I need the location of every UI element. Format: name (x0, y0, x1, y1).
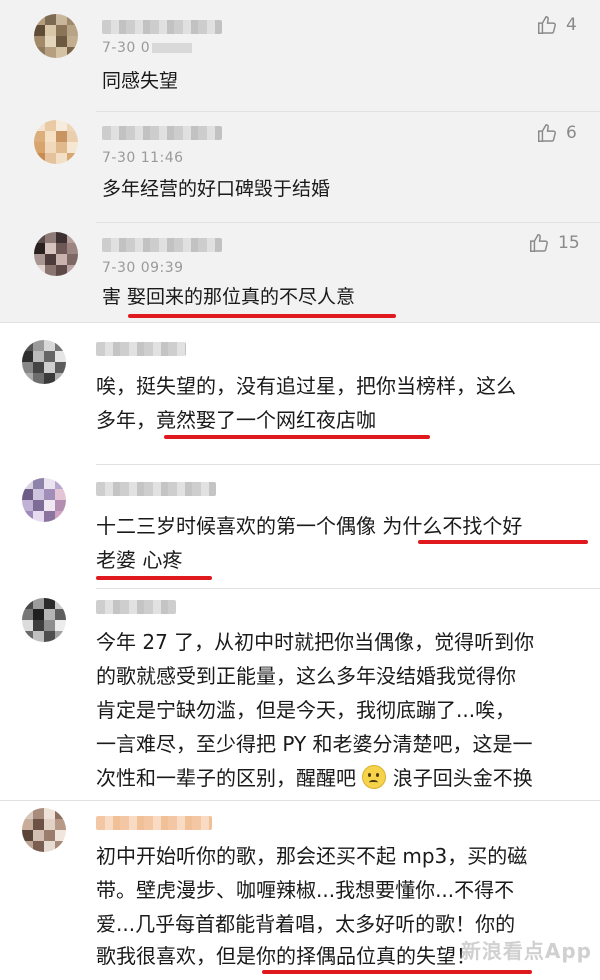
username[interactable] (96, 600, 176, 614)
comment-text-line: 唉，挺失望的，没有追过星，把你当榜样，这么 (96, 374, 516, 398)
highlight-underline (128, 314, 396, 318)
avatar[interactable] (22, 340, 66, 384)
divider (96, 588, 600, 589)
comment-text-line: 老婆 心疼 (96, 548, 183, 572)
timestamp: 7-30 0 (102, 40, 193, 56)
like-count: 4 (566, 15, 577, 35)
divider (96, 222, 600, 223)
avatar[interactable] (22, 808, 66, 852)
comment-text: 害 娶回来的那位真的不尽人意 (102, 286, 356, 308)
like-button[interactable]: 15 (528, 232, 580, 254)
thumbs-up-icon (538, 124, 556, 142)
username[interactable] (96, 342, 186, 356)
like-count: 6 (566, 123, 577, 143)
comment-text-line: 次性和一辈子的区别，醒醒吧 浪子回头金不换 (96, 765, 533, 790)
timestamp: 7-30 09:39 (102, 260, 184, 276)
comment-text-line: 肯定是宁缺勿滥，但是今天，我彻底蹦了...唉， (96, 698, 516, 722)
divider (96, 111, 600, 112)
thumbs-up-icon (538, 16, 556, 34)
timestamp: 7-30 11:46 (102, 150, 184, 166)
thumbs-up-icon (530, 234, 548, 252)
like-button[interactable]: 4 (536, 14, 577, 36)
highlight-underline (418, 540, 588, 544)
comment-text-line: 今年 27 了，从初中时就把你当偶像，觉得听到你 (96, 630, 535, 654)
avatar[interactable] (34, 232, 78, 276)
comment-text-line: 初中开始听你的歌，那会还买不起 mp3，买的磁 (96, 844, 528, 868)
avatar[interactable] (22, 478, 66, 522)
comment-text: 多年经营的好口碑毁于结婚 (102, 178, 331, 200)
username[interactable] (102, 238, 222, 252)
divider (96, 464, 600, 465)
highlight-underline (96, 576, 212, 580)
avatar[interactable] (34, 120, 78, 164)
top-comment-section (0, 0, 600, 322)
comment-text-line: 爱...几乎每首都能背着唱，太多好听的歌！你的 (96, 912, 516, 936)
username[interactable] (96, 482, 216, 496)
username[interactable] (102, 126, 222, 140)
highlight-underline (164, 435, 430, 439)
like-count: 15 (558, 233, 580, 253)
divider (0, 800, 600, 801)
like-button[interactable]: 6 (536, 122, 577, 144)
comment-text-line: 的歌就感受到正能量，这么多年没结婚我觉得你 (96, 664, 516, 688)
username[interactable] (102, 20, 222, 34)
watermark: 新浪看点App (460, 939, 592, 963)
comment-text-line: 一言难尽，至少得把 PY 和老婆分清楚吧，这是一 (96, 732, 533, 756)
highlight-underline (262, 970, 532, 974)
comment-text: 同感失望 (102, 70, 179, 92)
comment-text-line: 歌我很喜欢，但是你的择偶品位真的失望！ (96, 944, 476, 968)
comment-text-line: 十二三岁时候喜欢的第一个偶像 为什么不找个好 (96, 514, 523, 538)
worried-face-emoji-icon (362, 765, 387, 789)
divider (0, 322, 600, 323)
comment-text-line: 带。壁虎漫步、咖喱辣椒...我想要懂你...不得不 (96, 878, 515, 902)
avatar[interactable] (34, 14, 78, 58)
comment-text-line: 多年，竟然娶了一个网红夜店咖 (96, 408, 376, 432)
avatar[interactable] (22, 598, 66, 642)
username[interactable] (96, 816, 212, 830)
